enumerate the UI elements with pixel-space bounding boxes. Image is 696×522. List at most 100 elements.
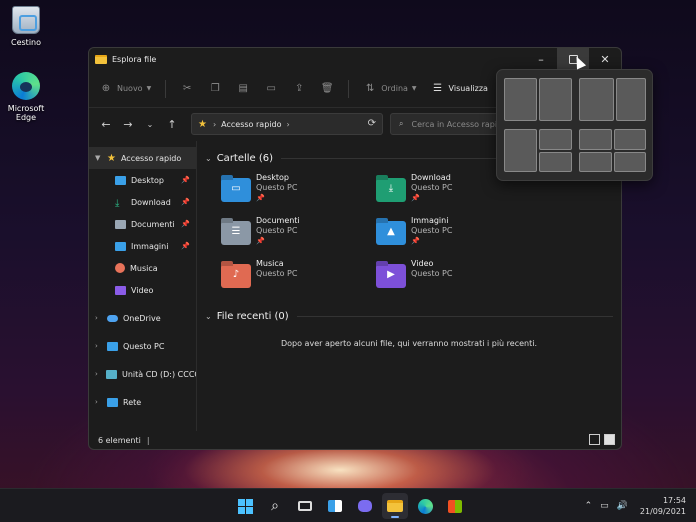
sidebar-item-documents[interactable]: Documenti 📌 <box>89 213 196 235</box>
close-button[interactable]: ✕ <box>589 48 621 70</box>
sidebar-item-video[interactable]: Video <box>89 279 196 301</box>
status-bar: 6 elementi | <box>89 431 621 449</box>
up-button[interactable]: ↑ <box>163 118 181 131</box>
desktop-icon-edge[interactable]: Microsoft Edge <box>0 72 56 122</box>
folder-icon <box>387 500 403 512</box>
snap-layout-quad-top-right[interactable] <box>614 129 646 150</box>
computer-icon <box>107 341 118 351</box>
folder-music[interactable]: ♪ Musica Questo PC <box>221 259 376 295</box>
details-view-button[interactable] <box>589 434 600 445</box>
task-view-icon <box>298 501 312 511</box>
network-icon[interactable]: ▭ <box>600 501 609 511</box>
search-button[interactable]: ⌕ <box>262 493 288 519</box>
chevron-right-icon: › <box>95 314 98 322</box>
pin-icon: 📌 <box>256 237 265 245</box>
network-icon <box>107 397 118 407</box>
delete-button[interactable]: 🗑 <box>320 82 334 96</box>
back-button[interactable]: ← <box>97 118 115 131</box>
file-explorer-taskbar-button[interactable] <box>382 493 408 519</box>
chevron-right-icon: › <box>95 342 98 350</box>
rename-button[interactable]: ▭ <box>264 82 278 96</box>
snap-layout-bottom-right[interactable] <box>539 152 572 172</box>
recent-files-empty-message: Dopo aver aperto alcuni file, qui verran… <box>280 339 537 348</box>
chevron-up-icon[interactable]: ⌃ <box>585 501 593 511</box>
minimize-button[interactable]: – <box>525 48 557 70</box>
store-icon <box>448 499 462 513</box>
folder-documents[interactable]: ☰ Documenti Questo PC 📌 <box>221 216 376 252</box>
folder-icon <box>95 54 107 64</box>
video-folder-icon: ▶ <box>376 264 406 288</box>
trash-icon: 🗑 <box>320 83 334 94</box>
recent-locations-button[interactable]: ⌄ <box>141 120 159 129</box>
chevron-down-icon: ⌄ <box>205 311 212 321</box>
folder-pictures[interactable]: ▲ Immagini Questo PC 📌 <box>376 216 531 252</box>
rename-icon: ▭ <box>266 83 276 94</box>
edge-taskbar-button[interactable] <box>412 493 438 519</box>
sidebar-item-desktop[interactable]: Desktop 📌 <box>89 169 196 191</box>
documents-icon <box>115 219 126 229</box>
widgets-button[interactable] <box>322 493 348 519</box>
pin-icon: 📌 <box>181 198 190 206</box>
volume-icon[interactable]: 🔊 <box>617 501 628 511</box>
folder-desktop[interactable]: ▭ Desktop Questo PC 📌 <box>221 173 376 209</box>
desktop-folder-icon <box>115 175 126 185</box>
sort-icon: ⇅ <box>366 83 375 94</box>
teams-chat-button[interactable] <box>352 493 378 519</box>
share-button[interactable]: ⇪ <box>292 82 306 96</box>
copy-icon: ❐ <box>210 83 220 94</box>
chevron-right-icon: › <box>95 370 98 378</box>
sidebar-item-this-pc[interactable]: › Questo PC <box>89 335 196 357</box>
view-button[interactable]: ☰ Visualizza <box>431 82 488 96</box>
cut-button[interactable]: ✂ <box>180 82 194 96</box>
title-bar[interactable]: Esplora file – ✕ <box>89 48 621 70</box>
music-icon <box>115 263 125 273</box>
chevron-down-icon: ▼ <box>95 154 101 162</box>
sidebar-item-music[interactable]: Musica <box>89 257 196 279</box>
pin-icon: 📌 <box>181 176 190 184</box>
sidebar-item-quick-access[interactable]: ▼ ★ Accesso rapido <box>89 147 196 169</box>
sidebar-item-cd-drive[interactable]: › Unità CD (D:) CCCO <box>89 363 196 385</box>
snap-layout-quad-top-left[interactable] <box>579 129 612 150</box>
folder-grid: ▭ Desktop Questo PC 📌 ⤓ Download Questo … <box>205 173 621 295</box>
snap-layout-half-right[interactable] <box>539 78 572 121</box>
recent-files-group-header[interactable]: ⌄ File recenti (0) <box>205 307 621 325</box>
chevron-down-icon: ⌄ <box>205 153 212 163</box>
copy-button[interactable]: ❐ <box>208 82 222 96</box>
snap-layout-quad-bottom-left[interactable] <box>579 152 612 172</box>
folder-video[interactable]: ▶ Video Questo PC <box>376 259 531 295</box>
chevron-down-icon: ▼ <box>411 85 417 92</box>
chevron-down-icon: ▼ <box>146 85 152 92</box>
cloud-icon <box>107 314 118 322</box>
snap-layout-wide-left[interactable] <box>579 78 614 121</box>
clock[interactable]: 17:54 21/09/2021 <box>640 495 686 517</box>
pictures-icon <box>115 241 126 251</box>
paste-button[interactable]: ▤ <box>236 82 250 96</box>
address-bar[interactable]: ★ › Accesso rapido › ⟳ <box>191 113 383 135</box>
search-box[interactable]: ⌕ Cerca in Accesso rapido <box>390 113 510 135</box>
sidebar-item-pictures[interactable]: Immagini 📌 <box>89 235 196 257</box>
desktop-icon-recycle-bin[interactable]: Cestino <box>0 6 56 47</box>
snap-layout-half-left[interactable] <box>504 78 537 121</box>
snap-layouts-flyout <box>496 69 653 181</box>
sort-button[interactable]: ⇅ Ordina ▼ <box>363 82 417 96</box>
large-icons-view-button[interactable] <box>604 434 615 445</box>
sidebar-item-onedrive[interactable]: › OneDrive <box>89 307 196 329</box>
clock-date: 21/09/2021 <box>639 507 686 516</box>
music-folder-icon: ♪ <box>221 264 251 288</box>
task-view-button[interactable] <box>292 493 318 519</box>
desktop-folder-icon: ▭ <box>221 178 251 202</box>
download-folder-icon: ⤓ <box>376 178 406 202</box>
chevron-right-icon: › <box>95 398 98 406</box>
snap-layout-quad-bottom-right[interactable] <box>614 152 646 172</box>
refresh-button[interactable]: ⟳ <box>368 118 376 129</box>
sidebar-item-network[interactable]: › Rete <box>89 391 196 413</box>
snap-layout-main-left[interactable] <box>504 129 537 172</box>
store-taskbar-button[interactable] <box>442 493 468 519</box>
start-button[interactable] <box>232 493 258 519</box>
forward-button[interactable]: → <box>119 118 137 131</box>
sidebar-item-download[interactable]: ⤓ Download 📌 <box>89 191 196 213</box>
new-button[interactable]: ⊕ Nuovo ▼ <box>99 82 151 96</box>
breadcrumb-quick-access[interactable]: Accesso rapido <box>221 120 281 129</box>
snap-layout-narrow-right[interactable] <box>616 78 646 121</box>
snap-layout-top-right[interactable] <box>539 129 572 150</box>
